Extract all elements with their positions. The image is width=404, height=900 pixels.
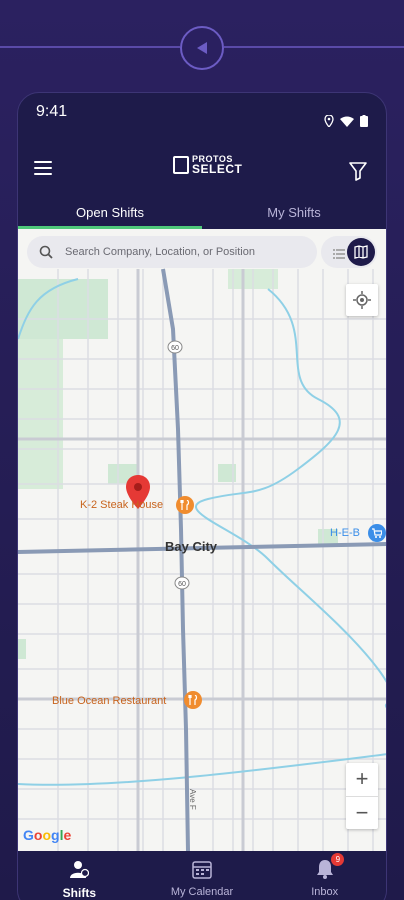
nav-inbox-label: Inbox [311, 886, 339, 898]
nav-inbox[interactable]: 9 Inbox [263, 851, 386, 900]
back-arrow-icon [180, 26, 224, 70]
zoom-in-button[interactable]: + [346, 763, 378, 796]
inbox-badge: 9 [331, 853, 345, 866]
nav-shifts-label: Shifts [62, 886, 96, 900]
menu-icon[interactable] [34, 161, 52, 177]
place-label-heb[interactable]: H-E-B [330, 527, 360, 539]
promo-header [0, 0, 404, 92]
view-toggle [321, 236, 377, 268]
place-label-blue-ocean[interactable]: Blue Ocean Restaurant [52, 695, 166, 707]
restaurant-icon[interactable] [176, 496, 194, 514]
logo-mark [173, 156, 189, 174]
search-input[interactable]: Search Company, Location, or Position [65, 246, 255, 258]
location-status-icon [324, 115, 334, 127]
highway-60-shield-north: 60 [171, 345, 179, 352]
city-label: Bay City [165, 539, 218, 554]
map-view-icon[interactable] [347, 238, 375, 266]
tab-open-shifts[interactable]: Open Shifts [18, 201, 202, 229]
status-bar: 9:41 [18, 93, 386, 133]
road-label: Ave F [188, 789, 197, 810]
phone-screen: 9:41 PROTOS SELECT Open Shifts My Shifts [17, 92, 387, 900]
shopping-cart-icon[interactable] [368, 524, 386, 542]
promo-divider-left [0, 46, 180, 48]
search-icon [39, 245, 53, 259]
promo-divider-right [224, 46, 404, 48]
nav-shifts[interactable]: Shifts [18, 851, 141, 900]
nav-my-calendar-label: My Calendar [170, 886, 234, 898]
battery-icon [360, 115, 368, 127]
tab-my-shifts[interactable]: My Shifts [202, 201, 386, 229]
place-label-k2[interactable]: K-2 Steak House [80, 499, 163, 511]
user-shifts-icon [70, 861, 90, 878]
logo-line-2: SELECT [192, 162, 243, 176]
status-time: 9:41 [36, 103, 68, 120]
list-view-icon[interactable] [333, 246, 345, 264]
my-location-button[interactable] [346, 284, 378, 316]
wifi-icon [340, 116, 354, 127]
app-bar: PROTOS SELECT [18, 149, 386, 193]
search-bar[interactable]: Search Company, Location, or Position [27, 236, 317, 268]
protos-select-logo: PROTOS SELECT [173, 155, 242, 175]
calendar-icon [192, 861, 212, 879]
zoom-out-button[interactable]: − [346, 797, 378, 830]
nav-my-calendar[interactable]: My Calendar [141, 851, 264, 900]
crosshair-icon [353, 291, 371, 309]
map-view[interactable]: 60 60 Ave F Search Company, Location, or… [18, 229, 386, 851]
bottom-navigation: Shifts My Calendar 9 Inbox [18, 851, 386, 900]
shift-tabs: Open Shifts My Shifts [18, 201, 386, 229]
highway-60-shield-south: 60 [178, 581, 186, 588]
restaurant-icon[interactable] [184, 691, 202, 709]
zoom-controls: + − [346, 763, 378, 829]
filter-icon[interactable] [348, 161, 368, 186]
google-attribution: Google [23, 827, 72, 843]
